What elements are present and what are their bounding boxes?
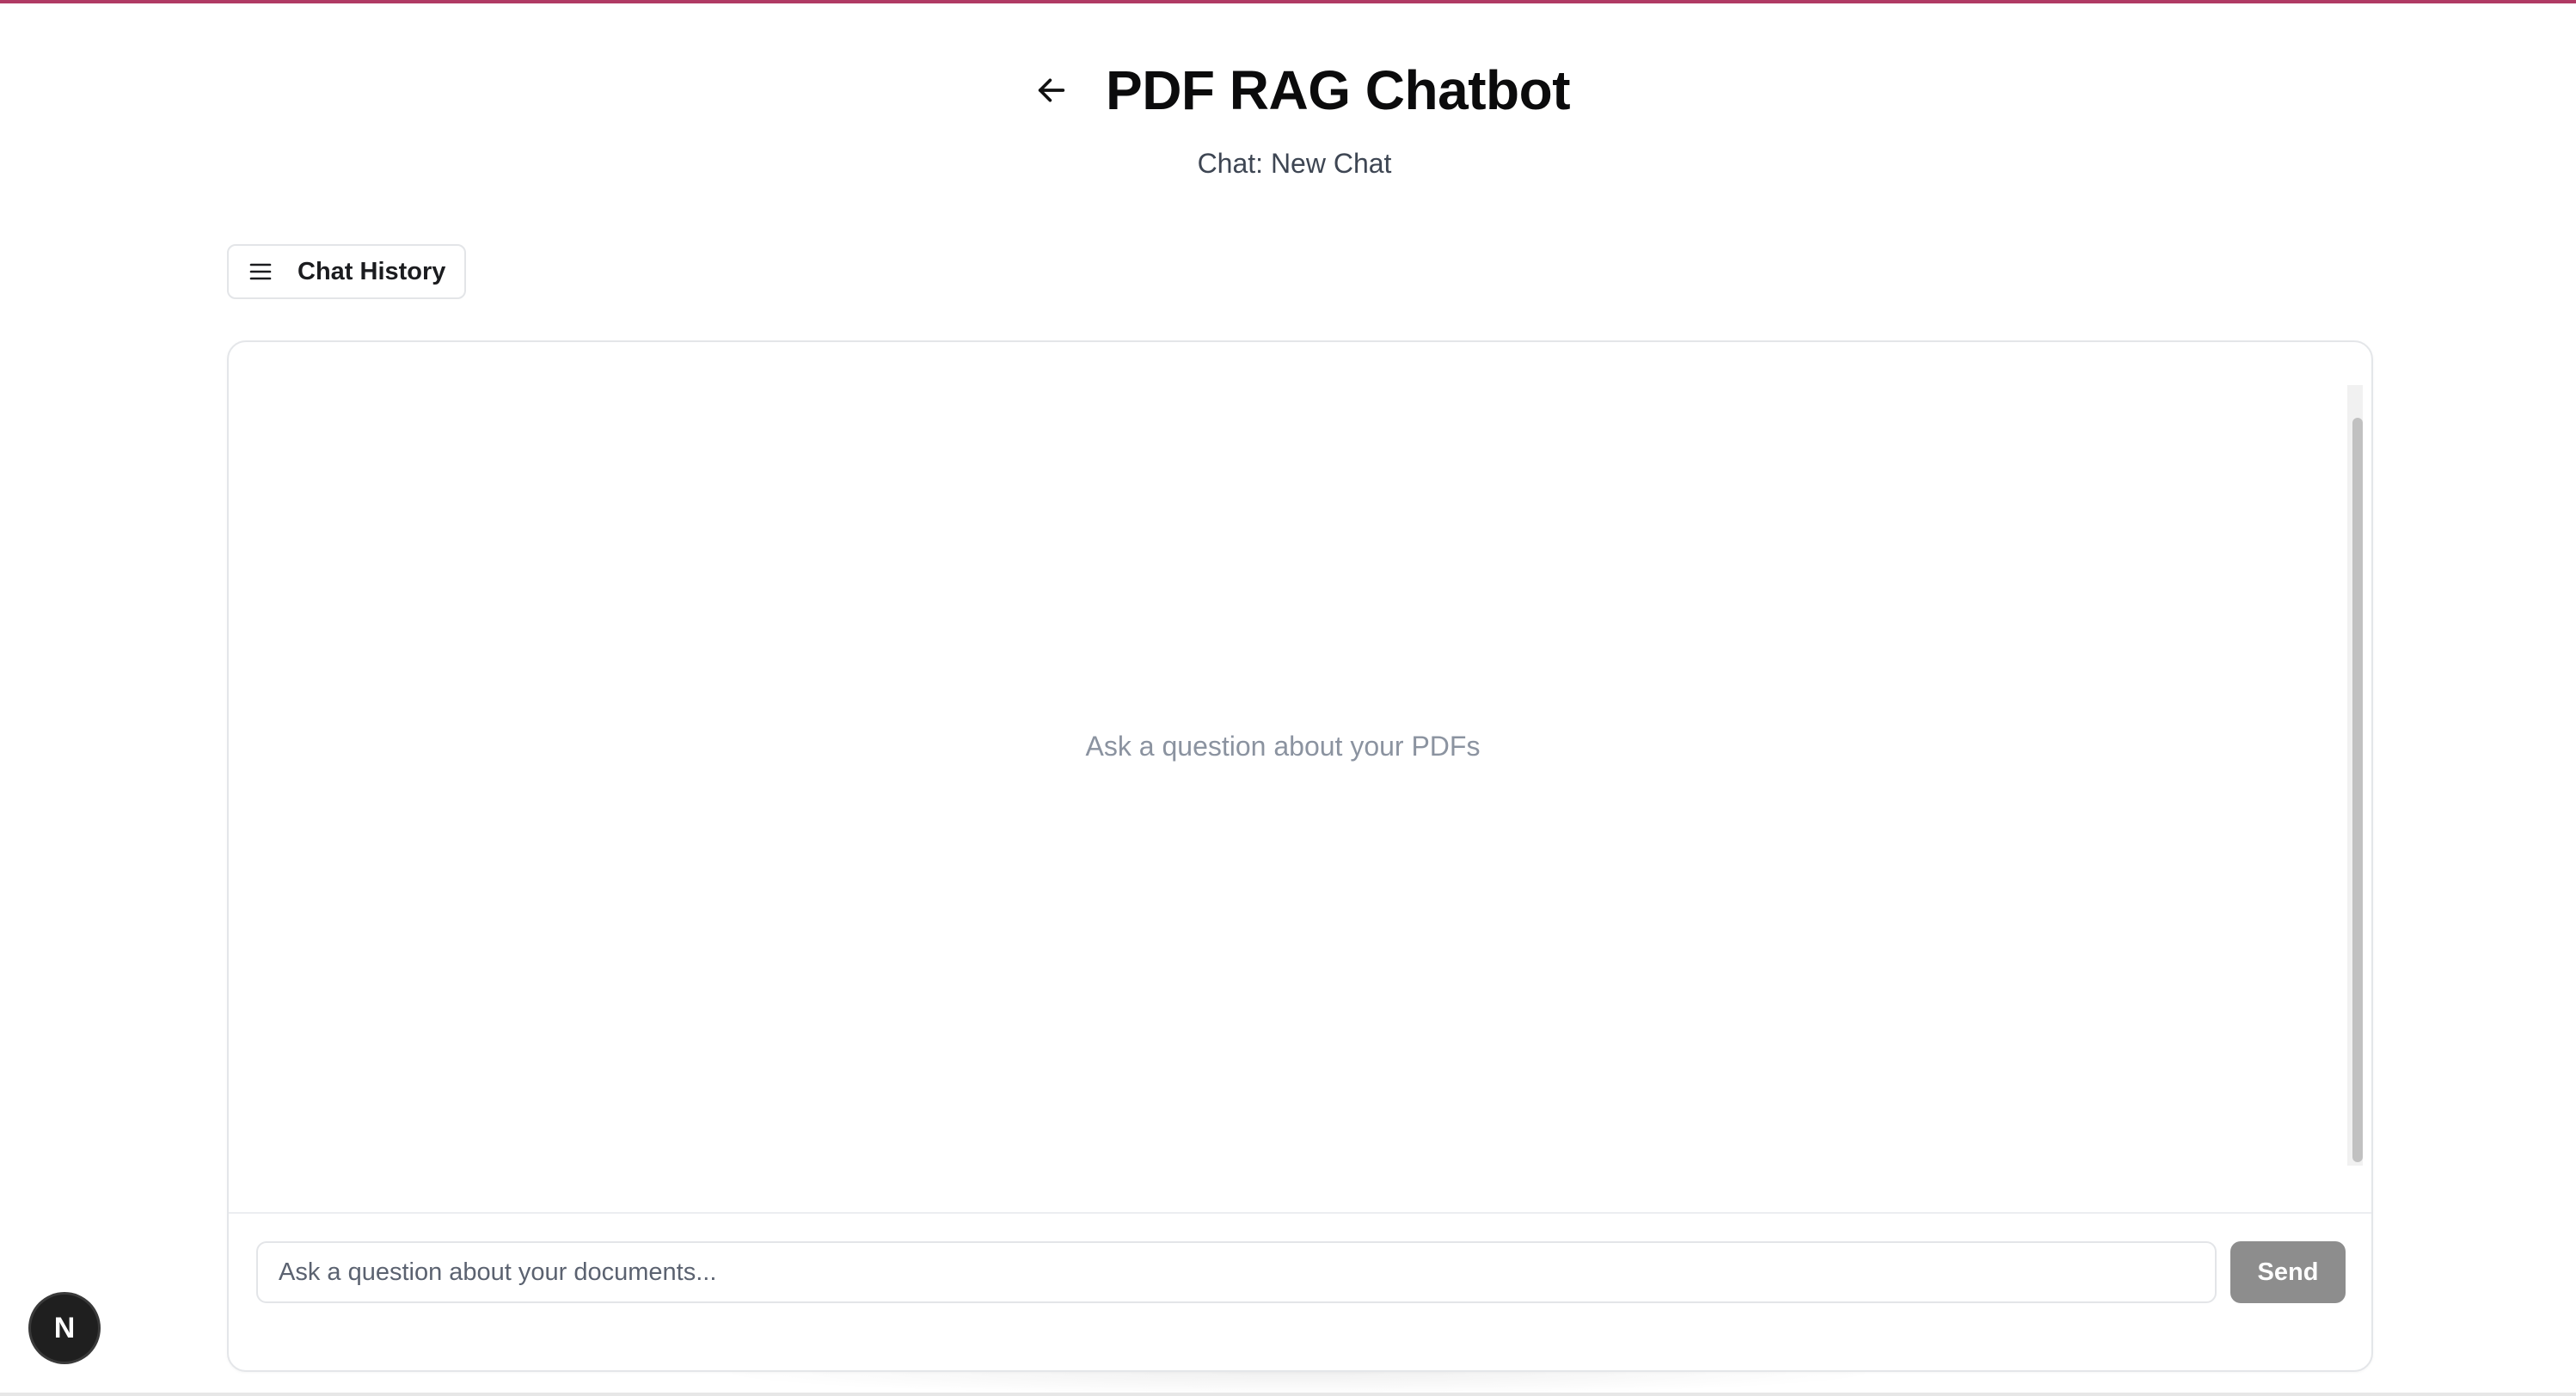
chat-history-label: Chat History <box>297 257 446 285</box>
chat-subtitle: Chat: New Chat <box>1197 148 1392 179</box>
bottom-edge <box>0 1393 2576 1396</box>
back-button[interactable] <box>1030 69 1073 112</box>
arrow-left-icon <box>1038 78 1065 102</box>
chat-panel: Ask a question about your PDFs Send <box>227 340 2373 1372</box>
header-inner: PDF RAG Chatbot <box>1030 58 1571 122</box>
composer: Send <box>229 1212 2371 1370</box>
scrollbar-thumb[interactable] <box>2352 418 2363 1162</box>
dev-badge-letter: N <box>53 1311 76 1344</box>
header: PDF RAG Chatbot <box>0 53 2576 127</box>
chat-history-button[interactable]: Chat History <box>227 244 467 299</box>
empty-state-message: Ask a question about your PDFs <box>1085 731 1481 762</box>
page-title: PDF RAG Chatbot <box>1106 59 1571 121</box>
question-input[interactable] <box>256 1241 2217 1303</box>
send-button[interactable]: Send <box>2230 1241 2346 1303</box>
top-accent-bar <box>0 0 2576 3</box>
menu-icon <box>249 262 272 281</box>
nextjs-badge-icon[interactable]: N <box>31 1295 98 1362</box>
page: PDF RAG Chatbot Chat: New Chat Chat Hist… <box>0 0 2576 1396</box>
messages-area[interactable]: Ask a question about your PDFs <box>229 342 2371 1212</box>
